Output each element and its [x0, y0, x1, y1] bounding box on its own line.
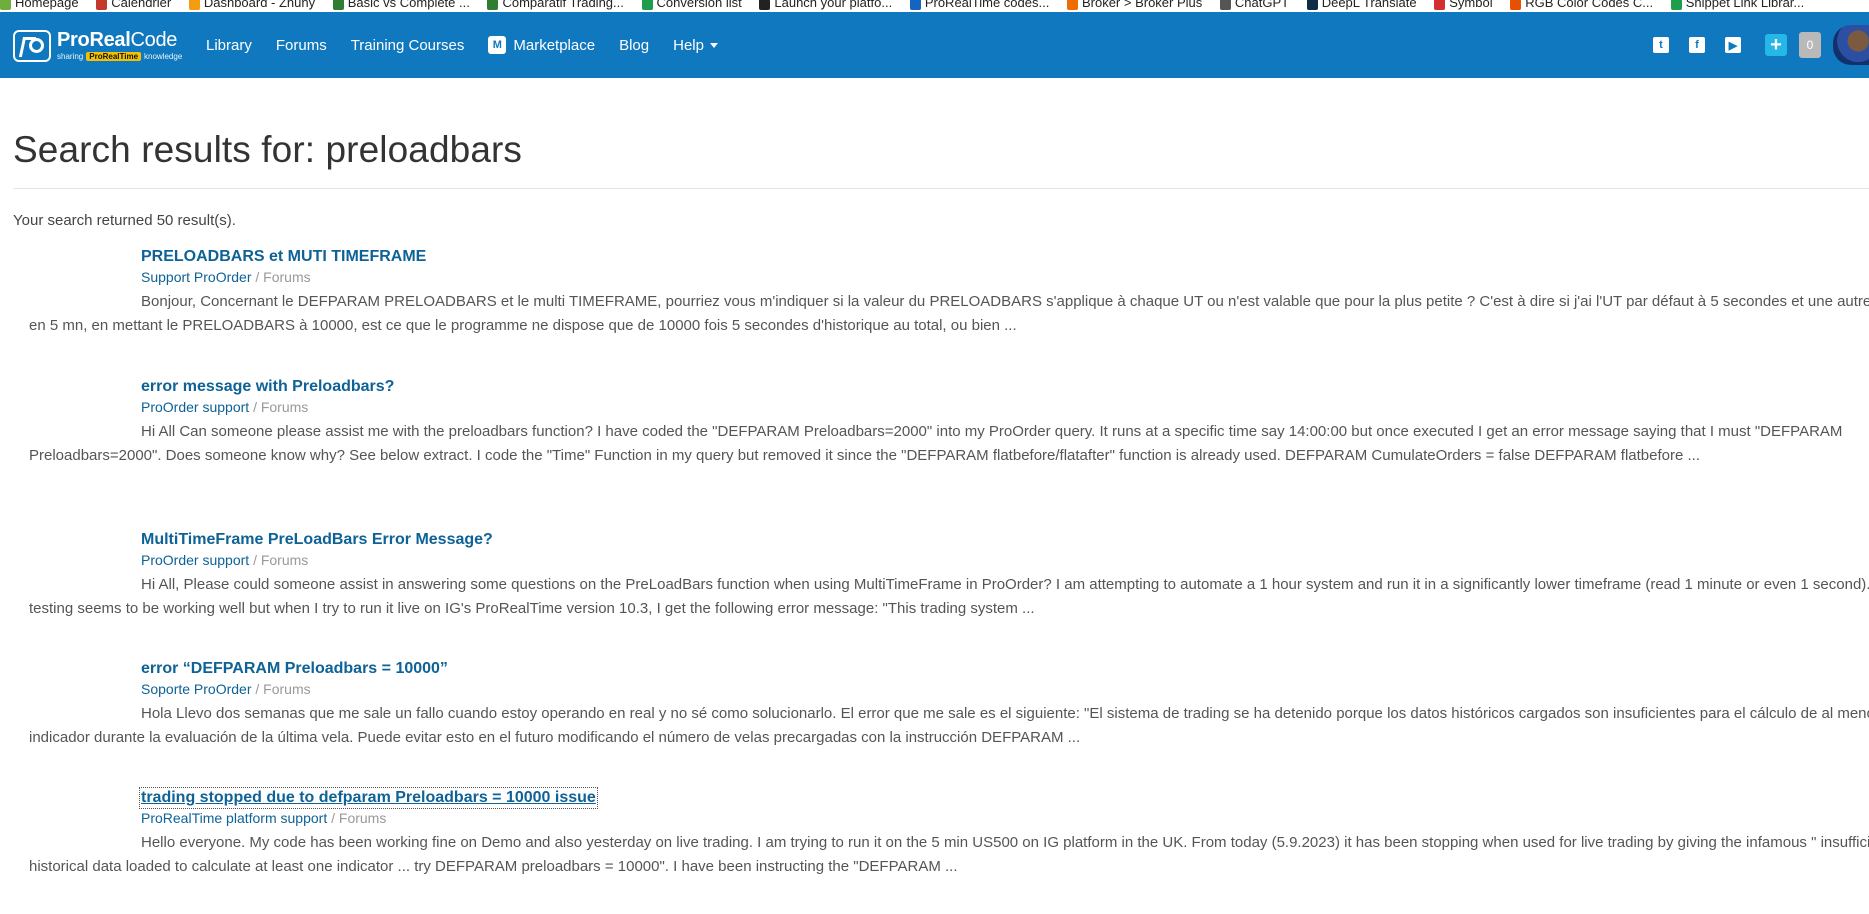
- bookmark-symbol[interactable]: Symbol: [1434, 0, 1493, 12]
- brand-text: ProRealCode sharing ProRealTime knowledge: [57, 30, 182, 62]
- result-title-link[interactable]: trading stopped due to defparam Preloadb…: [139, 787, 598, 809]
- result-section: / Forums: [255, 269, 311, 285]
- result-category-link[interactable]: Support ProOrder: [141, 269, 252, 285]
- result-category-link[interactable]: Soporte ProOrder: [141, 681, 252, 697]
- snippet-favicon-icon: [1670, 0, 1682, 10]
- nav-training-courses[interactable]: Training Courses: [351, 37, 465, 54]
- result-count: Your search returned 50 result(s).: [13, 212, 236, 229]
- nav-marketplace[interactable]: M Marketplace: [488, 36, 595, 54]
- result-meta: Soporte ProOrder / Forums: [141, 681, 311, 697]
- result-excerpt: Hola Llevo dos semanas que me sale un fa…: [29, 705, 1869, 746]
- result-category-link[interactable]: ProOrder support: [141, 552, 249, 568]
- prorealcode-logo-icon: [13, 30, 51, 62]
- result-category-link[interactable]: ProRealTime platform support: [141, 810, 327, 826]
- result-meta: ProOrder support / Forums: [141, 552, 308, 568]
- bookmarks-bar: Homepage Calendrier Dashboard - Znuny Ba…: [0, 0, 1869, 12]
- bookmark-dashboard-znuny[interactable]: Dashboard - Znuny: [188, 0, 315, 12]
- result-excerpt: Hello everyone. My code has been working…: [29, 834, 1869, 875]
- brand-logo[interactable]: ProRealCode sharing ProRealTime knowledge: [13, 28, 182, 64]
- bookmark-chatgpt[interactable]: ChatGPT: [1219, 0, 1289, 12]
- conversion-favicon-icon: [641, 0, 653, 10]
- result-section: / Forums: [331, 810, 387, 826]
- bookmark-launch-platform[interactable]: Launch your platfo...: [759, 0, 892, 12]
- result-title-link[interactable]: error “DEFPARAM Preloadbars = 10000”: [141, 660, 448, 678]
- symbol-favicon-icon: [1434, 0, 1446, 10]
- bookmark-snippet-link-library[interactable]: Snippet Link Librar...: [1670, 0, 1804, 12]
- result-section: / Forums: [253, 399, 309, 415]
- result-excerpt: Bonjour, Concernant le DEFPARAM PRELOADB…: [29, 293, 1869, 334]
- nav-marketplace-label: Marketplace: [513, 36, 596, 54]
- chatgpt-favicon-icon: [1219, 0, 1231, 10]
- main-nav: Library Forums Training Courses M Market…: [206, 12, 742, 78]
- bookmark-basic-vs-complete[interactable]: Basic vs Complete ...: [332, 0, 470, 12]
- bookmark-conversion-list[interactable]: Conversion list: [641, 0, 742, 12]
- bookmark-broker-plus[interactable]: Broker > Broker Plus: [1066, 0, 1202, 12]
- result-title-link[interactable]: error message with Preloadbars?: [141, 378, 394, 396]
- result-excerpt: Hi All, Please could someone assist in a…: [29, 576, 1869, 617]
- nav-library[interactable]: Library: [206, 37, 252, 54]
- nav-forums[interactable]: Forums: [276, 37, 327, 54]
- homepage-favicon-icon: [0, 0, 11, 10]
- znuny-favicon-icon: [188, 0, 200, 10]
- nav-blog[interactable]: Blog: [619, 37, 649, 54]
- result-title-link[interactable]: PRELOADBARS et MUTI TIMEFRAME: [141, 248, 426, 266]
- youtube-icon[interactable]: ▶: [1725, 37, 1741, 53]
- add-content-button[interactable]: +: [1765, 34, 1787, 56]
- facebook-icon[interactable]: f: [1689, 37, 1705, 53]
- prorealtime-favicon-icon: [909, 0, 921, 10]
- rgb-favicon-icon: [1510, 0, 1522, 10]
- top-navbar: ProRealCode sharing ProRealTime knowledge …: [0, 12, 1869, 78]
- result-category-link[interactable]: ProOrder support: [141, 399, 249, 415]
- result-meta: ProOrder support / Forums: [141, 399, 308, 415]
- result-meta: ProRealTime platform support / Forums: [141, 810, 386, 826]
- bookmark-deepl[interactable]: DeepL Translate: [1306, 0, 1417, 12]
- result-title-link[interactable]: MultiTimeFrame PreLoadBars Error Message…: [141, 531, 493, 549]
- page-title: Search results for: preloadbars: [13, 129, 523, 170]
- bookmark-homepage[interactable]: Homepage: [0, 0, 79, 12]
- bookmark-comparatif-trading[interactable]: Comparatif Trading...: [487, 0, 624, 12]
- nav-help-label: Help: [673, 36, 704, 54]
- basic-favicon-icon: [332, 0, 344, 10]
- result-section: / Forums: [255, 681, 311, 697]
- nav-right-tools: t f ▶ + 0: [1633, 12, 1869, 78]
- bookmark-calendrier[interactable]: Calendrier: [96, 0, 171, 12]
- brand-name: ProRealCode: [57, 29, 178, 51]
- result-section: / Forums: [253, 552, 309, 568]
- nav-help-dropdown[interactable]: Help: [673, 37, 718, 54]
- marketplace-icon: M: [488, 36, 507, 54]
- caret-down-icon: [709, 42, 718, 48]
- launch-favicon-icon: [759, 0, 771, 10]
- notification-count-badge[interactable]: 0: [1799, 32, 1821, 58]
- broker-favicon-icon: [1066, 0, 1078, 10]
- title-divider: [13, 188, 1869, 189]
- bookmark-prorealtime-codes[interactable]: ProRealTime codes...: [909, 0, 1049, 12]
- bookmark-rgb-color-codes[interactable]: RGB Color Codes C...: [1510, 0, 1653, 12]
- calendar-favicon-icon: [96, 0, 108, 10]
- comparatif-favicon-icon: [487, 0, 499, 10]
- brand-tagline: sharing ProRealTime knowledge: [57, 52, 183, 61]
- deepl-favicon-icon: [1306, 0, 1318, 10]
- result-meta: Support ProOrder / Forums: [141, 269, 311, 285]
- user-avatar[interactable]: [1833, 25, 1869, 65]
- twitter-icon[interactable]: t: [1653, 37, 1669, 53]
- result-excerpt: Hi All Can someone please assist me with…: [29, 423, 1843, 464]
